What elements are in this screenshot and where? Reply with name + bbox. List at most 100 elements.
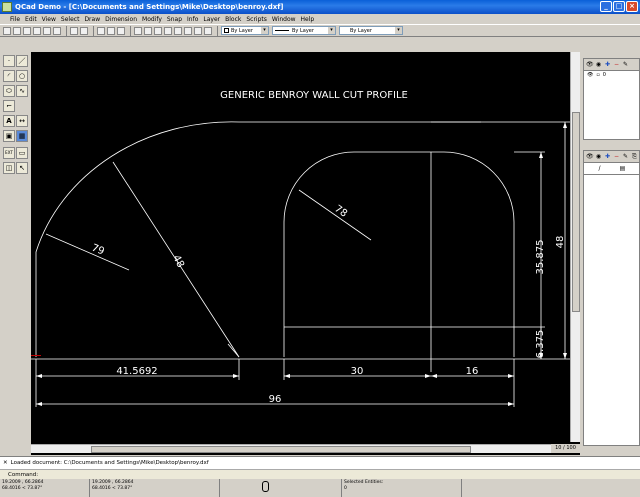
insert-block-icon[interactable]: ⎘ (631, 153, 638, 160)
line-type-combo[interactable]: By Layer ▾ (339, 26, 403, 35)
origin-marker (31, 355, 41, 356)
menu-draw[interactable]: Draw (84, 16, 100, 23)
layer-row[interactable]: 👁 ▫ 0 (584, 71, 639, 79)
eye-icon[interactable]: 👁 (587, 72, 593, 78)
cut-icon[interactable] (97, 26, 105, 35)
undo-icon[interactable] (70, 26, 78, 35)
zoom-previous-icon[interactable] (184, 26, 192, 35)
close-icon[interactable]: ✕ (3, 460, 8, 466)
print-icon[interactable] (43, 26, 51, 35)
zoom-out-icon[interactable] (164, 26, 172, 35)
menu-dimension[interactable]: Dimension (105, 16, 137, 23)
menu-file[interactable]: File (10, 16, 20, 23)
arc-tool-icon[interactable]: ◜ (3, 70, 15, 82)
remove-block-icon[interactable]: − (613, 153, 620, 160)
dim-arrow (284, 374, 290, 378)
zoom-window-icon[interactable] (194, 26, 202, 35)
menu-view[interactable]: View (42, 16, 56, 23)
zoom-auto-icon[interactable] (174, 26, 182, 35)
menu-window[interactable]: Window (272, 16, 296, 23)
horizontal-scrollbar[interactable] (31, 444, 551, 453)
horizontal-scrollbar-thumb[interactable] (91, 446, 471, 453)
layer-name: 0 (602, 72, 606, 78)
menu-modify[interactable]: Modify (142, 16, 162, 23)
cad-tool-bar: · ／ ◜ ○ ⬭ ∿ ⌐ A ↔ ▣ ▦ EXT ▭ ◫ ↖ (0, 52, 30, 452)
zoom-pan-icon[interactable] (204, 26, 212, 35)
open-file-icon[interactable] (13, 26, 21, 35)
select-tool-icon[interactable]: ↖ (16, 162, 28, 174)
line-tool-icon[interactable]: ／ (16, 55, 28, 67)
dim-arrow (233, 374, 239, 378)
drawing-title: GENERIC BENROY WALL CUT PROFILE (220, 90, 408, 101)
menu-help[interactable]: Help (301, 16, 315, 23)
eye-icon[interactable]: 👁 (586, 153, 594, 160)
edit-tool-icon[interactable]: EXT (3, 147, 15, 159)
page-icon[interactable]: ▤ (619, 165, 626, 172)
menu-info[interactable]: Info (187, 16, 198, 23)
ellipse-tool-icon[interactable]: ⬭ (3, 85, 15, 97)
dim-arrow (431, 374, 437, 378)
radius-78-leader (298, 189, 372, 241)
menu-block[interactable]: Block (225, 16, 241, 23)
paste-icon[interactable] (117, 26, 125, 35)
new-file-icon[interactable] (3, 26, 11, 35)
command-line[interactable]: Command: (0, 469, 640, 479)
polyline-tool-icon[interactable]: ⌐ (3, 100, 15, 112)
menu-layer[interactable]: Layer (203, 16, 220, 23)
abs-polar-text: 68.4016 < 73.87° (2, 486, 43, 491)
drawing-canvas[interactable]: GENERIC BENROY WALL CUT PROFILE 79 48 78… (31, 52, 580, 455)
spline-tool-icon[interactable]: ∿ (16, 85, 28, 97)
dim-text-48: 48 (170, 253, 186, 269)
menu-snap[interactable]: Snap (167, 16, 182, 23)
layer-panel-toolbar: 👁 ◉ ✚ − ✎ (584, 59, 639, 71)
dimension-tool-icon[interactable]: ↔ (16, 115, 28, 127)
zoom-in-icon[interactable] (154, 26, 162, 35)
copy-icon[interactable] (107, 26, 115, 35)
menu-scripts[interactable]: Scripts (246, 16, 267, 23)
save-as-icon[interactable] (33, 26, 41, 35)
pen-icon[interactable]: / (596, 165, 603, 172)
block-panel-toolbar-2: / ▤ (584, 163, 639, 175)
print-preview-icon[interactable] (53, 26, 61, 35)
toolbar-separator (66, 25, 67, 36)
dim-arrow (36, 402, 42, 406)
line-width-combo[interactable]: By Layer ▾ (272, 26, 336, 35)
edit-block-icon[interactable]: ✎ (622, 153, 629, 160)
circle-tool-icon[interactable]: ○ (16, 70, 28, 82)
dim-arrow (508, 402, 514, 406)
close-button[interactable]: × (626, 1, 638, 12)
block-panel-toolbar: 👁 ◉ ✚ − ✎ ⎘ (584, 151, 639, 163)
remove-layer-icon[interactable]: − (613, 61, 620, 68)
maximize-button[interactable]: □ (613, 1, 625, 12)
block-tool-icon[interactable]: ▣ (3, 130, 15, 142)
line-type-combo-value: By Layer (350, 27, 372, 34)
redraw-icon[interactable] (144, 26, 152, 35)
snap-tool-icon[interactable]: ◫ (3, 162, 15, 174)
redo-icon[interactable] (80, 26, 88, 35)
add-layer-icon[interactable]: ✚ (604, 61, 611, 68)
lock-icon[interactable]: ▫ (596, 72, 599, 78)
minimize-button[interactable]: _ (600, 1, 612, 12)
color-combo[interactable]: By Layer ▾ (221, 26, 269, 35)
menu-select[interactable]: Select (61, 16, 80, 23)
menu-edit[interactable]: Edit (25, 16, 37, 23)
dim-arrow (508, 374, 514, 378)
modify-tool-icon[interactable]: ▭ (16, 147, 28, 159)
add-block-icon[interactable]: ✚ (604, 153, 611, 160)
selection-info: Selected Entities: 0 (342, 479, 462, 497)
edit-layer-icon[interactable]: ✎ (622, 61, 629, 68)
dim-text-16: 16 (466, 366, 479, 377)
dim-text-79: 79 (90, 243, 106, 258)
eye-hide-icon[interactable]: ◉ (595, 153, 602, 160)
chevron-down-icon: ▾ (261, 27, 268, 34)
hatch-tool-icon[interactable]: ▦ (16, 130, 28, 142)
text-tool-icon[interactable]: A (3, 115, 15, 127)
eye-hide-icon[interactable]: ◉ (595, 61, 602, 68)
pen-icon[interactable] (134, 26, 142, 35)
vertical-scrollbar[interactable] (570, 52, 580, 442)
eye-icon[interactable]: 👁 (586, 61, 594, 68)
points-tool-icon[interactable]: · (3, 55, 15, 67)
save-icon[interactable] (23, 26, 31, 35)
dim-text-415692: 41.5692 (116, 366, 157, 377)
vertical-scrollbar-thumb[interactable] (572, 112, 580, 312)
